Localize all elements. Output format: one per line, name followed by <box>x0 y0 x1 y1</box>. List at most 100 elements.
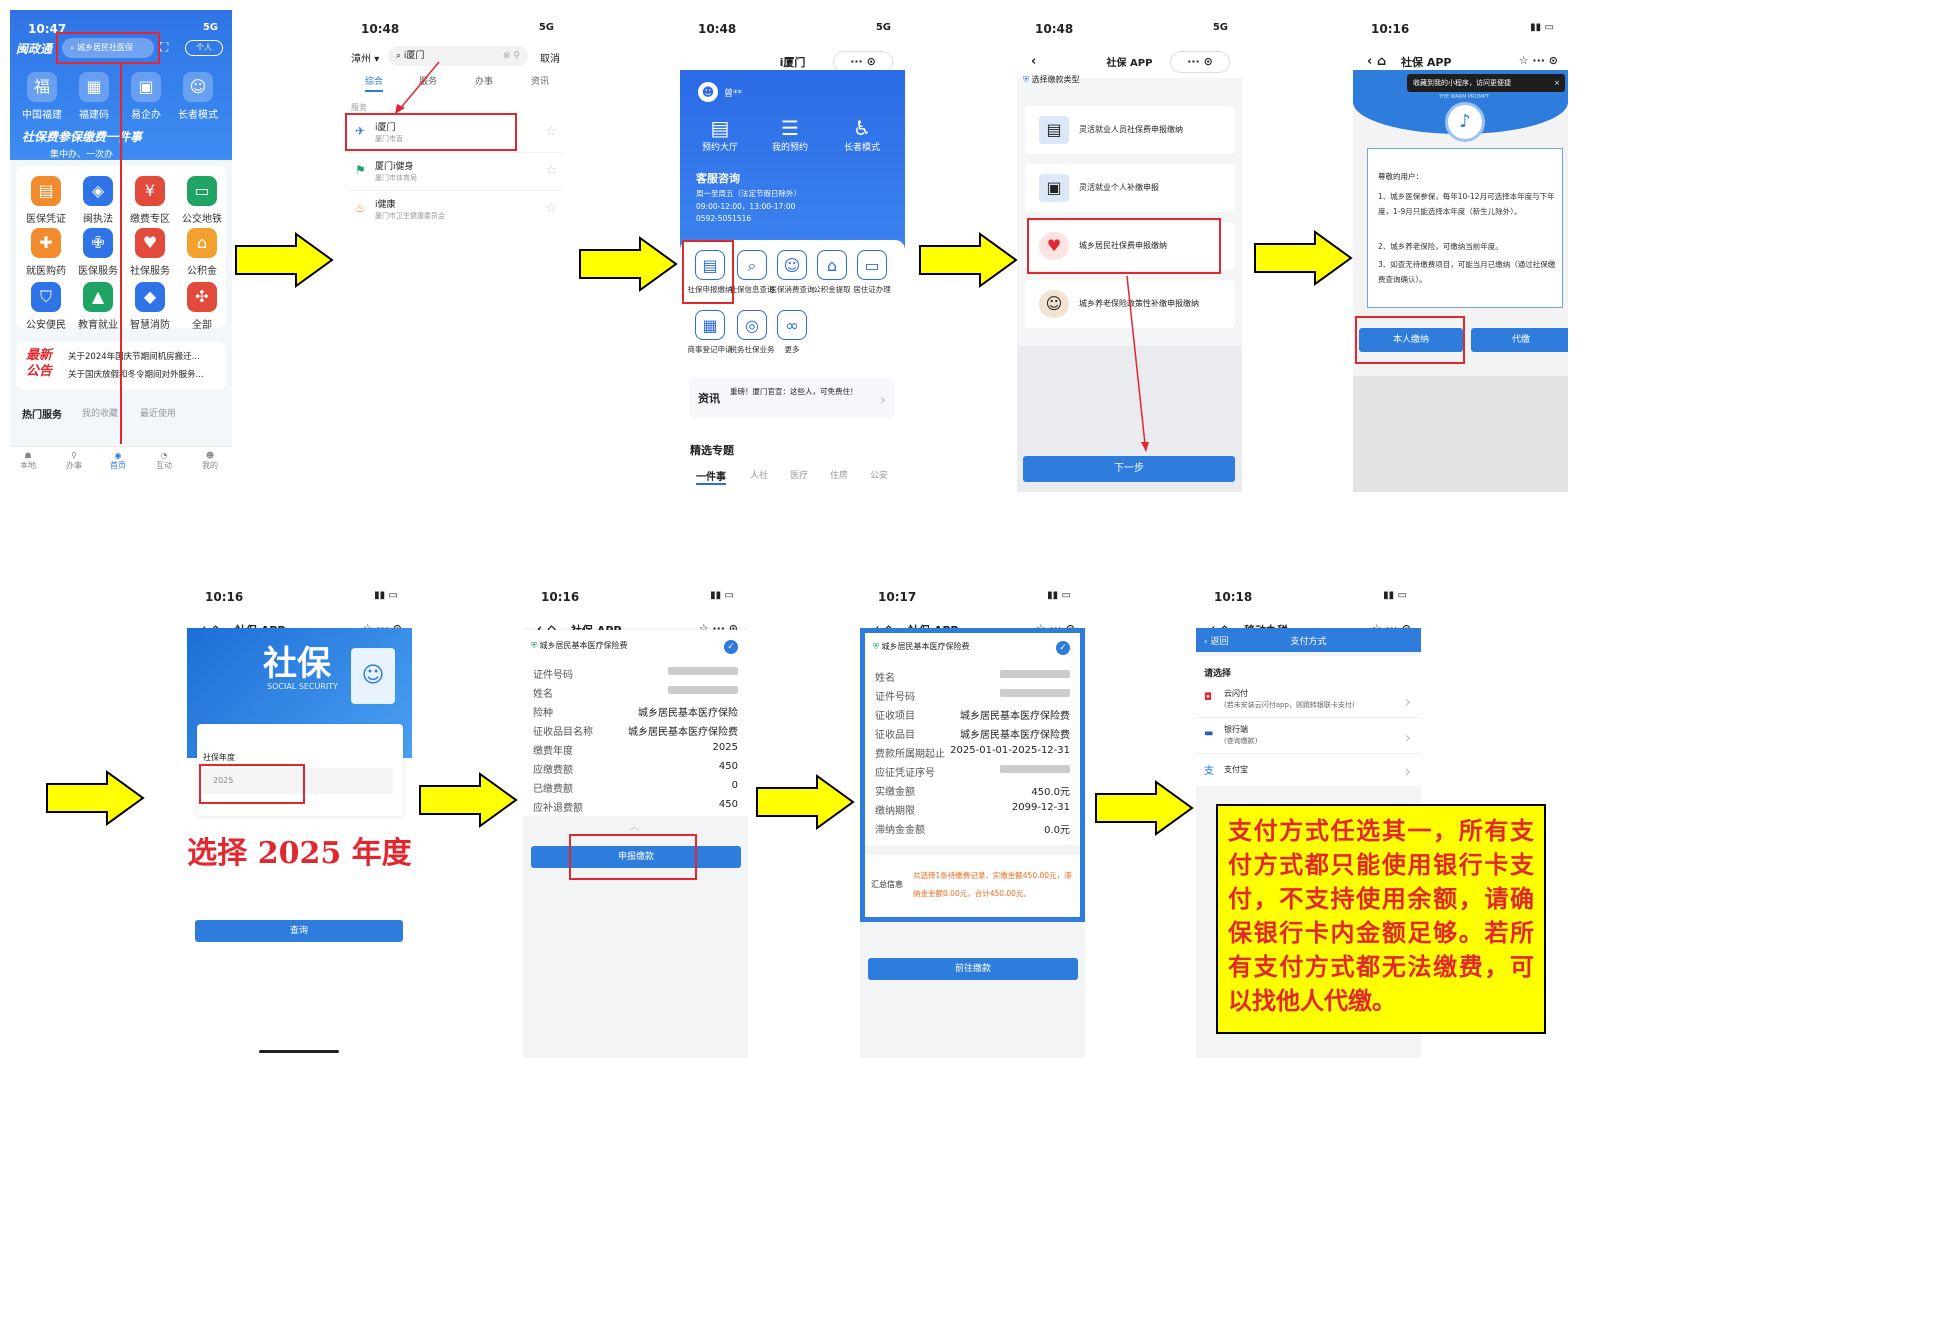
redacted-value <box>1000 689 1070 697</box>
status-signal: 5G <box>875 22 891 33</box>
go-pay-button[interactable]: 前往缴款 <box>868 958 1078 980</box>
self-pay-button[interactable]: 本人缴纳 <box>1359 328 1463 352</box>
city-select[interactable]: 漳州 ▾ <box>351 50 379 65</box>
check-icon[interactable]: ✓ <box>724 640 738 654</box>
submit-button[interactable]: 申报缴款 <box>531 846 741 868</box>
search-input[interactable]: ⌕ 城乡居民社医保 <box>62 38 154 58</box>
cancel-button[interactable]: 取消 <box>540 50 560 65</box>
calendar-icon: ▤ <box>710 116 730 140</box>
grid-item-11[interactable]: ✣ 全部 <box>172 282 232 331</box>
quick-label: 我的预约 <box>772 143 809 153</box>
result-item[interactable]: ⚑ 厦门i健身 厦门市体育局 ☆ <box>347 152 563 188</box>
fire-shield-icon: ◆ <box>135 282 165 312</box>
tab-news[interactable]: 资讯 <box>531 74 549 87</box>
scan-icon[interactable]: ⛶ <box>160 40 168 55</box>
service-time: 09:00-12:00，13:00-17:00 <box>696 202 796 211</box>
banner-subtitle: 集中办、一次办 <box>50 150 114 160</box>
grid-item-8[interactable]: ⛉ 公安便民 <box>16 282 76 331</box>
grid-item-5[interactable]: ✙ 医保服务 <box>68 228 128 277</box>
grid-label: 居住证办理 <box>853 285 891 294</box>
grid-item-9[interactable]: ▲ 教育就业 <box>68 282 128 331</box>
news-card[interactable]: 资讯 重磅！厦门官宣：这些人，可免费住！ › <box>690 378 894 418</box>
toolbar-icons[interactable]: ☆ ··· ⊙ <box>1519 54 1558 67</box>
arrow-right-icon <box>46 770 145 826</box>
screen-confirm: 10:17▮▮ ▭ ‹ ⌂ 社保 APP ☆ ··· ⊙ ⛨ 城乡居民基本医疗保… <box>860 578 1085 1058</box>
row-key: 险种 <box>533 708 553 719</box>
grid-item-0[interactable]: ▤ 医保凭证 <box>16 176 76 225</box>
status-time: 10:48 <box>1035 22 1074 36</box>
quick-item[interactable]: ☰ 我的预约 <box>772 116 808 153</box>
tooltip: 收藏到我的小程序，访问更便捷 × <box>1407 74 1565 92</box>
result-item[interactable]: ♨ i健康 厦门市卫生健康委员会 ☆ <box>347 190 563 226</box>
hospital-icon: ✚ <box>31 228 61 258</box>
grid-item-3[interactable]: ▭ 公交地铁 <box>172 176 232 225</box>
nav-label: 互动 <box>156 461 172 470</box>
grid-item-7[interactable]: ⌂ 公积金 <box>172 228 232 277</box>
notice-item[interactable]: 关于2024年国庆节期间机房搬迁... <box>68 350 218 362</box>
tasks-icon: ⚲ <box>71 451 77 460</box>
more-icon: ∞ <box>777 310 807 340</box>
status-time: 10:47 <box>28 22 67 36</box>
year-input[interactable]: 2025 <box>203 768 393 794</box>
summary-label: 汇总信息 <box>871 880 903 889</box>
quick-item[interactable]: ▤ 预约大厅 <box>702 116 738 153</box>
avatar[interactable]: ☻ <box>698 82 718 102</box>
topic-tab-0[interactable]: 一件事 <box>696 468 726 485</box>
tab-recent[interactable]: 最近使用 <box>140 406 176 419</box>
detail-row: 应征凭证序号 <box>875 764 1070 779</box>
nav-interact[interactable]: ◔ 互动 <box>156 451 172 471</box>
back-icon[interactable]: ‹ ⌂ <box>1367 54 1386 69</box>
star-icon[interactable]: ☆ <box>545 163 557 178</box>
quick-item[interactable]: ♿ 长者模式 <box>844 116 880 153</box>
nav-home[interactable]: ◉ 首页 <box>110 451 126 471</box>
option-card[interactable]: ♥ 城乡居民社保费申报缴纳 <box>1025 222 1235 270</box>
grid-item-1[interactable]: ◈ 闽执法 <box>68 176 128 225</box>
close-icon[interactable]: × <box>1554 74 1560 92</box>
top-icon-2[interactable]: ▣ 易企办 <box>116 72 176 121</box>
top-icon-label: 中国福建 <box>22 110 62 121</box>
star-icon[interactable]: ☆ <box>545 124 557 139</box>
option-card[interactable]: ▣ 灵活就业个人补缴申报 <box>1025 164 1235 212</box>
result-item[interactable]: ✈ i厦门 厦门市直 ☆ <box>347 114 563 150</box>
notice-item[interactable]: 关于国庆放假和冬令期间对外服务... <box>68 368 218 380</box>
tab-all[interactable]: 综合 <box>365 74 384 92</box>
nav-tasks[interactable]: ⚲ 办事 <box>66 451 82 471</box>
proxy-pay-button[interactable]: 代缴 <box>1471 328 1568 352</box>
topic-tab-4[interactable]: 公安 <box>870 468 888 481</box>
profile-label: 个人 <box>196 43 212 52</box>
chevron-up-icon[interactable]: ︿ <box>629 818 639 833</box>
status-time: 10:48 <box>361 22 400 36</box>
nav-local[interactable]: ☗ 本地 <box>20 451 36 471</box>
grid-item-4[interactable]: ▭ 居住证办理 <box>844 250 900 295</box>
top-icon-0[interactable]: 福中国福建 <box>12 72 72 121</box>
mic-icon[interactable]: ⊗ ⚲ <box>503 46 520 66</box>
query-button[interactable]: 查询 <box>195 920 403 942</box>
topic-tab-3[interactable]: 住房 <box>830 468 848 481</box>
alipay-icon: 支 <box>1204 766 1214 777</box>
grid-item-4[interactable]: ✚ 就医购药 <box>16 228 76 277</box>
battery-icon: ▮▮ ▭ <box>1383 590 1407 601</box>
profile-button[interactable]: 个人 <box>185 40 223 56</box>
topic-tab-1[interactable]: 人社 <box>750 468 768 481</box>
method-item[interactable]: ▬ 银行端 (查询缴款) › <box>1196 720 1421 754</box>
next-button[interactable]: 下一步 <box>1023 456 1235 482</box>
tab-favorites[interactable]: 我的收藏 <box>82 406 118 419</box>
grid-label: 公积金 <box>187 266 217 277</box>
topic-tab-2[interactable]: 医疗 <box>790 468 808 481</box>
top-icon-1[interactable]: ▦ 福建码 <box>64 72 124 121</box>
top-icon-3[interactable]: ☺ 长者模式 <box>168 72 228 121</box>
check-icon[interactable]: ✓ <box>1056 641 1070 655</box>
method-item[interactable]: ◘ 云闪付 (若未安装云闪付app，则跳转银联卡支付) › <box>1196 684 1421 718</box>
option-card[interactable]: ▤ 灵活就业人员社保费申报缴纳 <box>1025 106 1235 154</box>
tab-affairs[interactable]: 办事 <box>475 74 493 87</box>
grid-item-10[interactable]: ◆ 智慧消防 <box>120 282 180 331</box>
grid-item-6[interactable]: ♥ 社保服务 <box>120 228 180 277</box>
top-icon-label: 易企办 <box>131 110 161 121</box>
grid-item-2[interactable]: ¥ 缴费专区 <box>120 176 180 225</box>
capsule-menu[interactable]: ··· ⊙ <box>1170 51 1230 73</box>
star-icon[interactable]: ☆ <box>545 201 557 216</box>
grid-item-7[interactable]: ∞ 更多 <box>764 310 820 355</box>
tab-hot[interactable]: 热门服务 <box>22 406 62 421</box>
nav-mine[interactable]: ☻ 我的 <box>202 451 218 471</box>
method-item[interactable]: 支 支付宝 › <box>1196 756 1421 784</box>
